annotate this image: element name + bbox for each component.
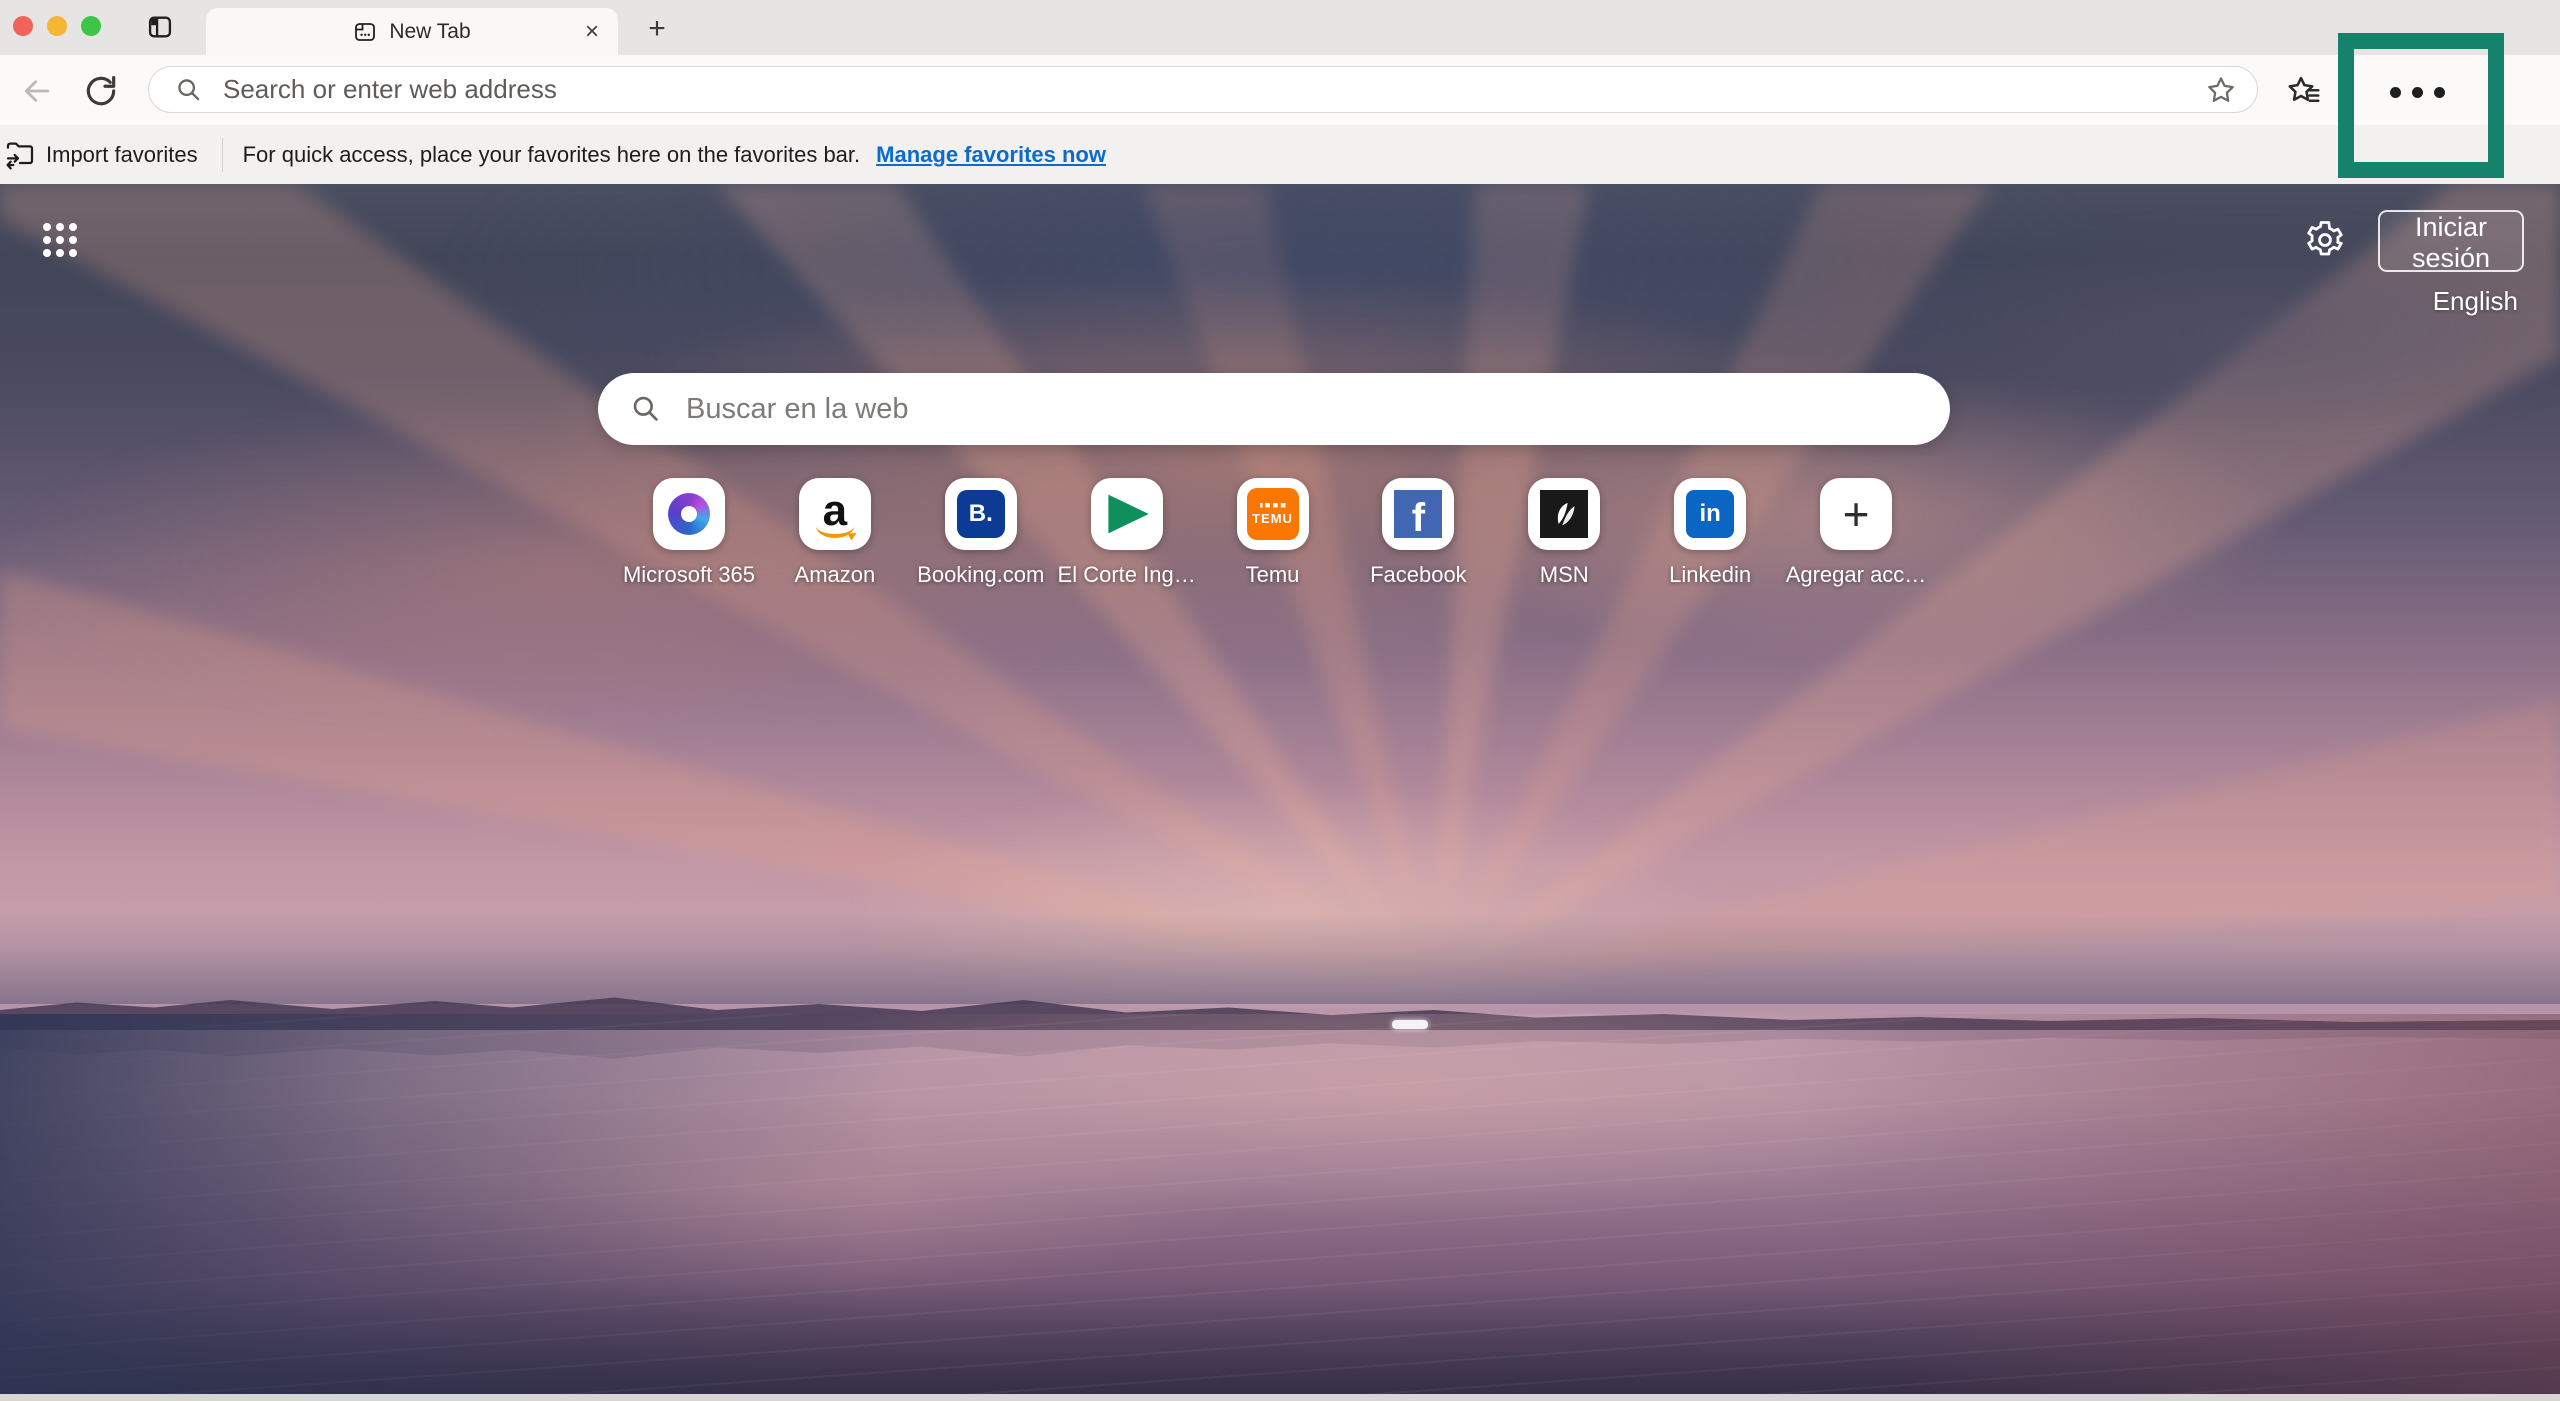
shortcut-facebook[interactable]: f Facebook [1348, 478, 1488, 588]
page-settings-gear-icon[interactable] [2304, 218, 2348, 262]
web-search-input[interactable] [686, 393, 1936, 426]
facebook-icon: f [1394, 490, 1442, 538]
wallpaper-haze [0, 914, 2560, 1004]
new-tab-page-icon [353, 20, 377, 44]
back-icon[interactable] [20, 73, 56, 109]
linkedin-icon: in [1686, 490, 1734, 538]
wallpaper-horizon-speck [1392, 1020, 1428, 1029]
favorites-bar-divider [222, 138, 223, 172]
tab-close-icon[interactable]: × [578, 18, 606, 46]
minimize-window-button[interactable] [47, 16, 67, 36]
import-favorites-button[interactable]: Import favorites [4, 139, 198, 171]
new-tab-page: Iniciar sesión English Microsoft 365 [0, 184, 2560, 1401]
browser-window: New Tab × + [0, 0, 2560, 1401]
shortcut-el-corte-ingles[interactable]: El Corte Ing… [1057, 478, 1197, 588]
language-selector[interactable]: English [2433, 286, 2518, 317]
sign-in-button[interactable]: Iniciar sesión [2378, 210, 2524, 272]
microsoft-365-icon [668, 493, 710, 535]
favorites-bar: Import favorites For quick access, place… [0, 125, 2560, 184]
favorites-bar-message: For quick access, place your favorites h… [243, 142, 861, 168]
address-input[interactable] [223, 74, 2205, 105]
shortcut-msn[interactable]: MSN [1494, 478, 1634, 588]
tab-overview-icon[interactable] [144, 11, 176, 43]
tab-title: New Tab [389, 20, 470, 44]
address-bar [148, 66, 2258, 113]
wallpaper-water [0, 1014, 2560, 1401]
temu-icon: TEMU [1247, 488, 1299, 540]
booking-icon: B. [957, 490, 1005, 538]
wallpaper-sky [0, 184, 2560, 1014]
web-search-icon [630, 393, 662, 425]
shortcut-linkedin[interactable]: in Linkedin [1640, 478, 1780, 588]
msn-butterfly-icon [1540, 490, 1588, 538]
add-shortcut-button[interactable]: + Agregar acc… [1786, 478, 1926, 588]
tab-strip: New Tab × + [0, 0, 2560, 55]
close-window-button[interactable] [13, 16, 33, 36]
quick-links-row: Microsoft 365 a Amazon B. Booking.com El… [619, 478, 1926, 588]
import-favorites-label: Import favorites [46, 142, 198, 168]
search-icon [175, 76, 203, 104]
amazon-icon: a [812, 488, 858, 540]
zoom-window-button[interactable] [81, 16, 101, 36]
shortcut-amazon[interactable]: a Amazon [765, 478, 905, 588]
shortcut-booking[interactable]: B. Booking.com [911, 478, 1051, 588]
favorites-bar-icon[interactable] [2286, 72, 2324, 110]
copilot-icon[interactable] [2512, 69, 2556, 113]
app-launcher-icon[interactable] [38, 218, 82, 262]
el-corte-ingles-icon [1103, 492, 1151, 536]
shortcut-temu[interactable]: TEMU Temu [1203, 478, 1343, 588]
settings-and-more-icon[interactable] [2384, 79, 2450, 105]
shortcut-microsoft-365[interactable]: Microsoft 365 [619, 478, 759, 588]
tab-new-tab[interactable]: New Tab × [206, 8, 618, 55]
plus-icon: + [1843, 491, 1870, 537]
bottom-edge-strip [0, 1394, 2560, 1401]
web-search-box [598, 373, 1950, 445]
import-favorites-icon [4, 139, 36, 171]
manage-favorites-link[interactable]: Manage favorites now [876, 142, 1106, 168]
navigation-toolbar [0, 55, 2560, 125]
add-favorite-star-icon[interactable] [2205, 73, 2237, 107]
new-tab-button[interactable]: + [640, 12, 674, 46]
reload-icon[interactable] [82, 71, 122, 111]
